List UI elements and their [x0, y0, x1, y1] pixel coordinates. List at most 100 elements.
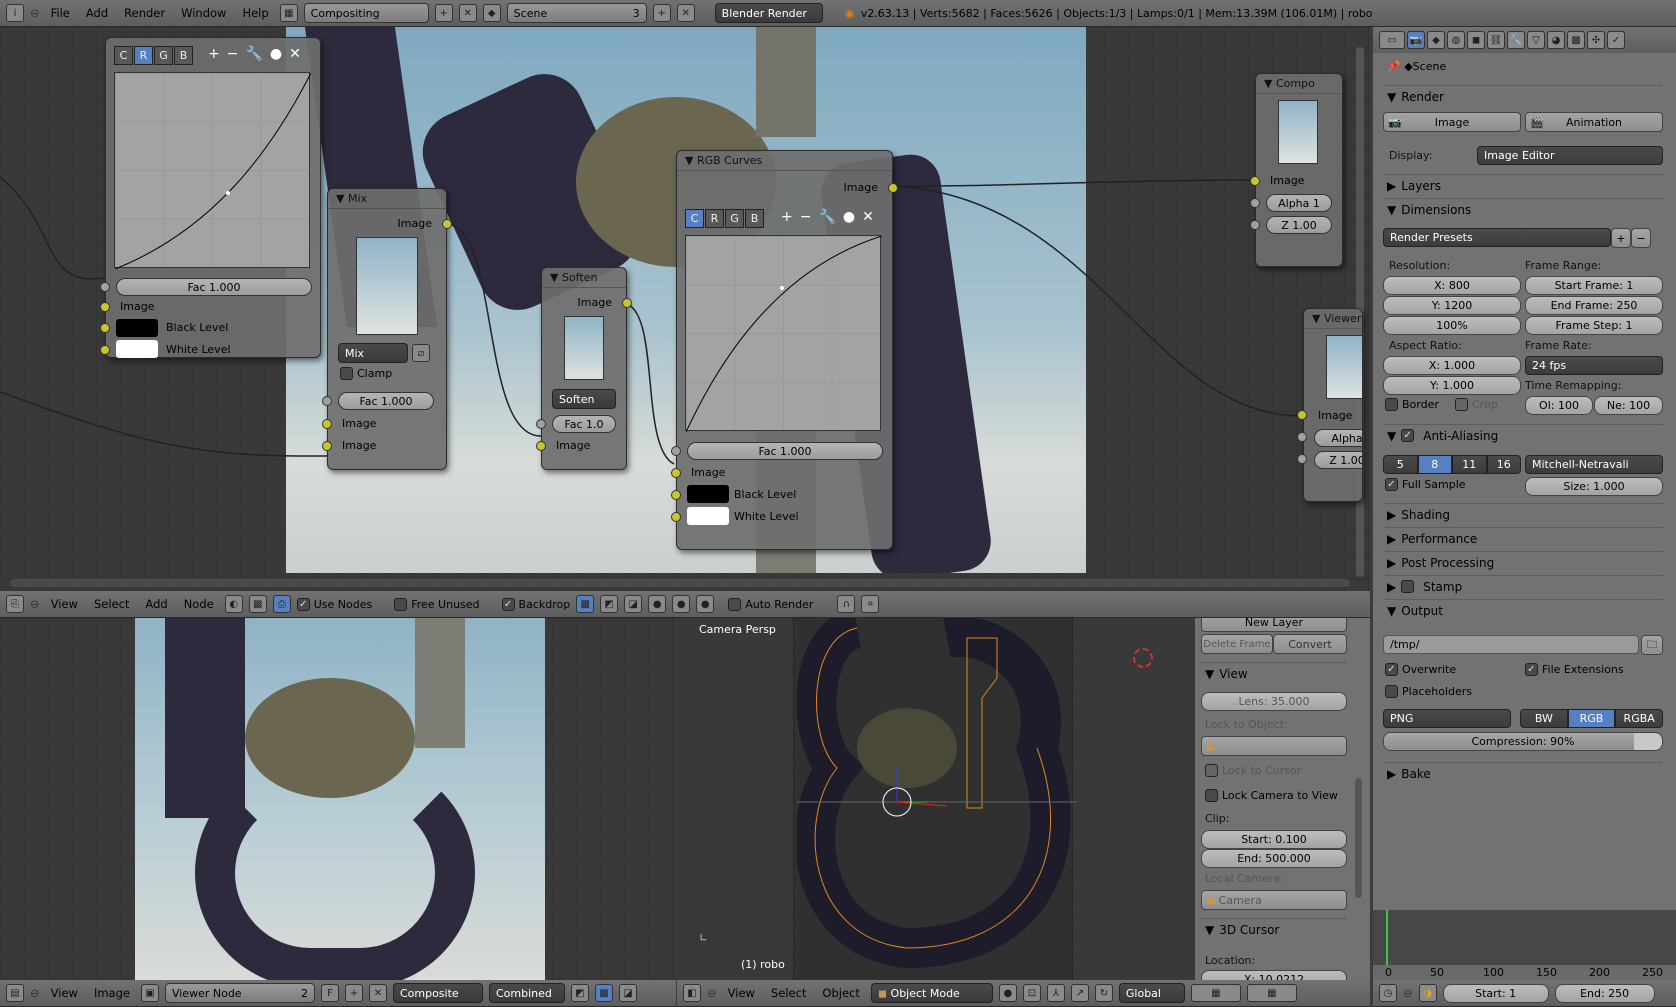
- collapse-icon[interactable]: ⊖: [30, 6, 40, 20]
- compression-slider[interactable]: Compression: 90%: [1383, 732, 1663, 751]
- keyframe-icon[interactable]: ◑: [1418, 984, 1437, 1002]
- shading-panel-header[interactable]: ▶ Shading: [1383, 503, 1663, 525]
- collapse-icon[interactable]: ⊖: [707, 986, 717, 1000]
- layers-grid-2-icon[interactable]: ▦: [1246, 984, 1297, 1002]
- white-level-socket[interactable]: [671, 512, 681, 522]
- free-unused-checkbox[interactable]: Free Unused: [394, 597, 480, 611]
- snap-element-icon[interactable]: ⌗: [861, 595, 880, 613]
- physics-tab-icon[interactable]: ✓: [1607, 31, 1625, 49]
- menu-add[interactable]: Add: [81, 6, 113, 20]
- convert-button[interactable]: Convert: [1273, 634, 1347, 654]
- curves-node-left[interactable]: C R G B + − 🔧 ● ✕ Fac 1.000 Image Black Leve…: [100, 37, 321, 358]
- crop-checkbox[interactable]: Crop: [1455, 398, 1498, 411]
- lock-camera-checkbox[interactable]: Lock Camera to View: [1205, 789, 1338, 802]
- aspect-x-field[interactable]: X: 1.000: [1383, 356, 1521, 375]
- menu-image[interactable]: Image: [89, 986, 135, 1000]
- backdrop-blue-icon[interactable]: ●: [696, 595, 715, 613]
- tab-b[interactable]: B: [745, 209, 764, 228]
- orientation-dropdown[interactable]: Global: [1118, 983, 1185, 1003]
- lock-object-field[interactable]: ◼: [1201, 736, 1347, 756]
- mode-dropdown[interactable]: ◼ Object Mode: [870, 983, 993, 1003]
- start-frame-field[interactable]: Start Frame: 1: [1525, 276, 1663, 295]
- tab-c[interactable]: C: [114, 46, 133, 65]
- tab-b[interactable]: B: [174, 46, 193, 65]
- menu-view[interactable]: View: [723, 986, 760, 1000]
- image-socket[interactable]: [100, 302, 110, 312]
- output-path-field[interactable]: /tmp/: [1383, 635, 1639, 654]
- curve-graph[interactable]: [114, 72, 312, 270]
- fake-user-button[interactable]: F: [320, 984, 339, 1002]
- output-socket[interactable]: [888, 183, 898, 193]
- viewer-z-socket[interactable]: [1297, 454, 1307, 464]
- backdrop-red-icon[interactable]: ●: [648, 595, 667, 613]
- lens-field[interactable]: Lens: 35.000: [1201, 692, 1347, 711]
- color-mode-rgba[interactable]: RGBA: [1615, 709, 1664, 728]
- curve-graph[interactable]: [685, 235, 883, 433]
- material-tab-icon[interactable]: ◕: [1547, 31, 1565, 49]
- reset-icon[interactable]: ✕: [862, 209, 874, 225]
- collapse-triangle-icon[interactable]: ▼: [1312, 312, 1320, 325]
- clip-end-field[interactable]: End: 500.000: [1201, 849, 1347, 868]
- fac-field[interactable]: Fac 1.000: [116, 278, 312, 296]
- menu-view[interactable]: View: [46, 986, 83, 1000]
- clip-icon[interactable]: ●: [843, 209, 855, 225]
- output-panel-header[interactable]: ▼ Output: [1383, 599, 1663, 621]
- fac-field[interactable]: Fac 1.0: [552, 415, 616, 433]
- collapse-icon[interactable]: ⊖: [30, 986, 40, 1000]
- add-screen-icon[interactable]: +: [434, 4, 453, 22]
- aa-sample-5[interactable]: 5: [1383, 455, 1418, 474]
- collapse-triangle-icon[interactable]: ▼: [685, 154, 693, 167]
- menu-object[interactable]: Object: [817, 986, 864, 1000]
- white-level-swatch[interactable]: [687, 507, 729, 525]
- pin-icon[interactable]: 📌: [1387, 60, 1401, 73]
- menu-select[interactable]: Select: [766, 986, 811, 1000]
- clip-icon[interactable]: ●: [270, 46, 282, 62]
- viewport-shading-icon[interactable]: ●: [998, 984, 1017, 1002]
- delete-frame-button[interactable]: Delete Frame: [1201, 634, 1273, 654]
- resolution-y-field[interactable]: Y: 1200: [1383, 296, 1521, 315]
- screen-layout-icon[interactable]: ▦: [279, 4, 298, 22]
- tab-g[interactable]: G: [154, 46, 173, 65]
- zoom-in-icon[interactable]: +: [208, 46, 220, 62]
- draw-rgba-icon[interactable]: ▩: [594, 984, 613, 1002]
- render-image-button[interactable]: 📷 Image: [1383, 112, 1521, 132]
- zoom-in-icon[interactable]: +: [781, 209, 793, 225]
- black-level-swatch[interactable]: [116, 319, 158, 337]
- constraints-tab-icon[interactable]: ⛓: [1487, 31, 1505, 49]
- info-editor-icon[interactable]: i: [6, 4, 24, 22]
- image-name-field[interactable]: Viewer Node 2: [164, 983, 315, 1003]
- fac-socket[interactable]: [100, 282, 110, 292]
- composite-node[interactable]: ▼ Compo Image Alpha 1 Z 1.00: [1250, 73, 1343, 267]
- menu-file[interactable]: File: [46, 6, 75, 20]
- fac-field[interactable]: Fac 1.000: [338, 392, 434, 410]
- border-checkbox[interactable]: Border: [1385, 398, 1439, 411]
- object-tab-icon[interactable]: ◼: [1467, 31, 1485, 49]
- backdrop-green-icon[interactable]: ●: [672, 595, 691, 613]
- world-tab-icon[interactable]: ◍: [1447, 31, 1465, 49]
- remove-preset-button[interactable]: −: [1631, 228, 1651, 248]
- particles-tab-icon[interactable]: ✣: [1587, 31, 1605, 49]
- resolution-x-field[interactable]: X: 800: [1383, 276, 1521, 295]
- time-old-field[interactable]: Ol: 100: [1525, 396, 1593, 415]
- end-field[interactable]: End: 250: [1554, 983, 1655, 1003]
- zoom-out-icon[interactable]: −: [800, 209, 812, 225]
- render-animation-button[interactable]: 🎬 Animation: [1525, 112, 1663, 132]
- 3d-cursor-icon[interactable]: [1133, 648, 1153, 668]
- z-field[interactable]: Z 1.00: [1314, 451, 1362, 469]
- 3d-viewport[interactable]: Camera Persp ⌞ (1) robo: [677, 618, 1195, 980]
- editor-type-icon[interactable]: ▤: [6, 984, 24, 1002]
- alpha-field[interactable]: Alpha: [1314, 429, 1362, 447]
- output-socket[interactable]: [442, 219, 452, 229]
- collapse-icon[interactable]: ⊖: [30, 597, 40, 611]
- scene-icon[interactable]: ◆: [482, 4, 501, 22]
- use-nodes-checkbox[interactable]: ✓ Use Nodes: [296, 597, 372, 611]
- bake-panel-header[interactable]: ▶ Bake: [1383, 762, 1663, 784]
- draw-rgb-icon[interactable]: ◩: [570, 984, 589, 1002]
- filter-dropdown[interactable]: Soften: [552, 389, 616, 409]
- image-editor[interactable]: [0, 618, 676, 980]
- time-new-field[interactable]: Ne: 100: [1594, 396, 1663, 415]
- viewer-image-socket[interactable]: [1297, 410, 1307, 420]
- file-extensions-checkbox[interactable]: ✓ File Extensions: [1525, 663, 1624, 676]
- clip-start-field[interactable]: Start: 0.100: [1201, 830, 1347, 849]
- render-panel-header[interactable]: ▼ Render: [1383, 85, 1663, 107]
